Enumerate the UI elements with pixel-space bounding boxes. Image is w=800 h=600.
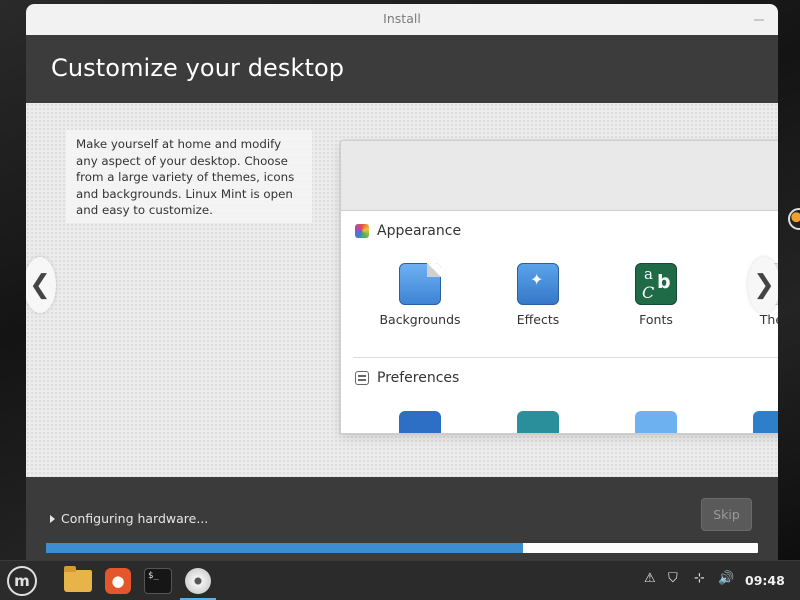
progress-fill (46, 543, 524, 553)
slideshow: Make yourself at home and modify any asp… (26, 103, 778, 477)
desktop-app-icon[interactable] (788, 208, 800, 230)
firefox-icon: ● (105, 568, 131, 594)
clock[interactable]: 09:48 (745, 573, 785, 588)
section-title: Preferences (377, 370, 460, 386)
applets-icon (635, 411, 677, 433)
update-shield-icon[interactable]: ⛉ (668, 571, 678, 586)
preferences-icon (355, 371, 369, 385)
install-disc-icon (185, 568, 211, 594)
tile-effects: Effects (488, 263, 588, 327)
install-window: Install Customize your desktop Make your… (26, 4, 778, 560)
taskbar: m ● $_ ⚠ ⛉ ⊹ 🔊 09:48 (0, 560, 800, 600)
status-toggle[interactable]: Configuring hardware... (50, 511, 208, 526)
section-title: Appearance (377, 223, 462, 239)
terminal-icon: $_ (144, 568, 172, 594)
volume-icon[interactable]: 🔊 (718, 571, 734, 586)
section-preferences: Preferences (355, 370, 459, 386)
settings-preview: Appearance Backgrounds Effects aCb Fonts… (340, 140, 778, 434)
window-title: Install (383, 11, 421, 26)
account-details-icon (517, 411, 559, 433)
mint-menu-icon: m (7, 566, 37, 596)
notifications-icon[interactable]: ⚠ (644, 571, 656, 586)
fonts-icon: aCb (635, 263, 677, 305)
appearance-icon (355, 224, 369, 238)
tile-label: Effects (516, 312, 560, 327)
firefox-launcher[interactable]: ● (102, 565, 134, 597)
tile-label: Fonts (639, 312, 673, 327)
install-footer: Configuring hardware... Skip (26, 477, 778, 560)
progress-bar (46, 543, 758, 553)
status-text: Configuring hardware... (61, 511, 209, 526)
network-icon[interactable]: ⊹ (694, 571, 705, 586)
tile-label: Backgrounds (379, 312, 461, 327)
preview-toolbar (341, 141, 778, 211)
files-launcher[interactable] (62, 565, 94, 597)
effects-icon (517, 263, 559, 305)
page-header: Customize your desktop (26, 35, 778, 103)
minimize-icon[interactable] (754, 19, 764, 21)
section-divider (353, 357, 778, 358)
next-slide-button[interactable]: ❯ (748, 257, 778, 313)
install-window-button[interactable] (182, 565, 214, 597)
tile-fonts: aCb Fonts (606, 263, 706, 327)
date-time-icon (753, 411, 778, 433)
page-title: Customize your desktop (51, 54, 345, 82)
section-appearance: Appearance (355, 223, 461, 239)
mint-menu-button[interactable]: m (6, 565, 38, 597)
terminal-launcher[interactable]: $_ (142, 565, 174, 597)
expand-triangle-icon (50, 514, 55, 523)
tile-backgrounds: Backgrounds (370, 263, 470, 327)
skip-button[interactable]: Skip (701, 498, 752, 531)
title-bar[interactable]: Install (26, 4, 778, 35)
previous-slide-button[interactable]: ❮ (26, 257, 56, 313)
backgrounds-icon (399, 263, 441, 305)
slide-description: Make yourself at home and modify any asp… (66, 130, 312, 223)
tile-label: Ther (759, 312, 778, 327)
accessibility-icon (399, 411, 441, 433)
files-icon (64, 566, 92, 592)
